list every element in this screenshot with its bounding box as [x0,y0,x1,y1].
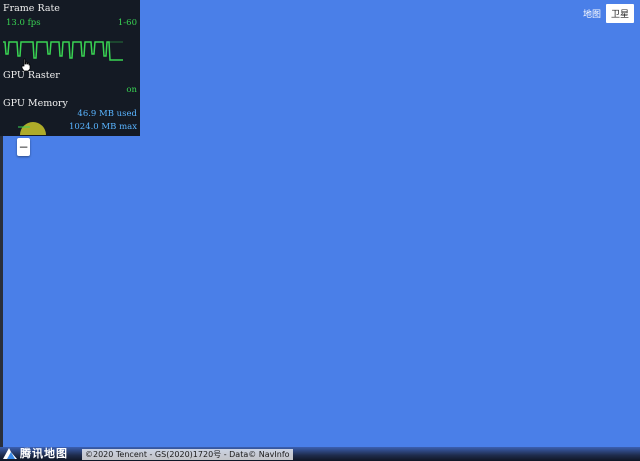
satellite-view-button[interactable]: 卫星 [605,4,634,23]
copyright-notice: ©2020 Tencent - GS(2020)1720号 - Data© Na… [82,449,293,460]
map-view-button[interactable]: 地图 [578,4,606,23]
gpu-memory-title: GPU Memory [3,98,68,109]
fps-value: 13.0 fps [6,18,41,28]
gpu-memory-meter [18,122,46,135]
zoom-out-button[interactable]: − [17,138,30,156]
gpu-raster-value: on [126,85,137,95]
fps-range: 1-60 [117,18,137,28]
logo-text: 腾讯地图 [20,447,68,460]
gpu-memory-used: 46.9 MB used [77,109,137,119]
hand-pointer-icon [21,58,31,72]
map-type-switcher: 地图 卫星 [578,4,634,23]
tencent-map-logo-icon [3,447,17,459]
frame-rate-title: Frame Rate [3,3,60,14]
gpu-memory-max: 1024.0 MB max [68,122,137,132]
tencent-map-logo: 腾讯地图 [2,446,68,460]
